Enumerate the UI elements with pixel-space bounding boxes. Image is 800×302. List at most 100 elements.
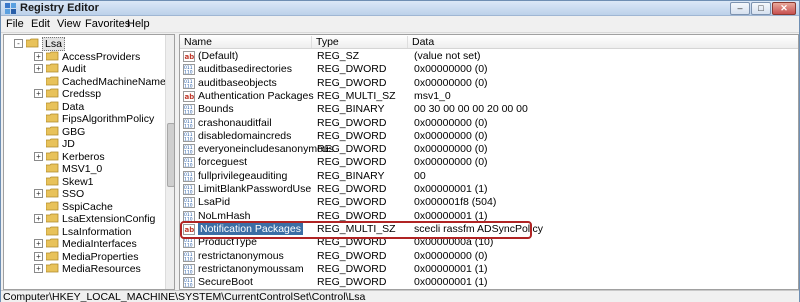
window-title: Registry Editor xyxy=(20,2,99,14)
expand-icon[interactable]: + xyxy=(34,239,43,248)
values-list[interactable]: Name Type Data ab (Default) REG_SZ (value n… xyxy=(179,34,799,290)
registry-value-row[interactable]: 011 110 auditbaseobjects REG_DWORD 0x0000000… xyxy=(180,77,798,90)
string-value-icon: ab xyxy=(183,51,195,62)
column-header-data[interactable]: Data xyxy=(408,36,798,48)
registry-value-row[interactable]: 011 110 LimitBlankPasswordUse REG_DWORD 0x00… xyxy=(180,183,798,196)
menu-view[interactable]: View xyxy=(57,18,81,30)
binary-value-icon: 011110 xyxy=(183,117,195,129)
registry-value-row[interactable]: 011 110 fullprivilegeauditing REG_BINARY 00 xyxy=(180,170,798,183)
value-type: REG_DWORD xyxy=(317,276,387,289)
value-type: REG_DWORD xyxy=(317,129,387,142)
tree-scrollbar-thumb[interactable] xyxy=(167,123,174,187)
svg-text:110: 110 xyxy=(184,150,193,156)
tree-item-label: AccessProviders xyxy=(62,50,141,63)
svg-text:ab: ab xyxy=(185,93,195,101)
folder-icon xyxy=(46,201,59,210)
value-data: 0x00000000 (0) xyxy=(414,129,488,142)
maximize-button[interactable]: □ xyxy=(751,2,771,15)
svg-text:110: 110 xyxy=(184,123,193,129)
expand-icon[interactable]: + xyxy=(34,89,43,98)
column-header-type[interactable]: Type xyxy=(312,36,408,48)
binary-value-icon: 011110 xyxy=(183,263,195,275)
expand-icon[interactable]: + xyxy=(34,251,43,261)
folder-icon xyxy=(46,126,59,135)
value-type: REG_DWORD xyxy=(317,209,387,222)
binary-value-icon: 011110 xyxy=(183,250,195,262)
folder-icon xyxy=(46,213,59,223)
registry-value-row[interactable]: ab Authentication Packages REG_MULTI_SZ msv… xyxy=(180,90,798,103)
binary-value-icon: 011110 xyxy=(183,277,195,289)
registry-value-row[interactable]: 011 110 disabledomaincreds REG_DWORD 0x00000… xyxy=(180,130,798,143)
value-data: (value not set) xyxy=(414,50,481,62)
menu-help[interactable]: Help xyxy=(127,18,150,30)
tree-item-label: Data xyxy=(62,100,85,113)
registry-value-row[interactable]: 011 110 Bounds REG_BINARY 00 30 00 00 00 20 … xyxy=(180,103,798,116)
value-type: REG_DWORD xyxy=(317,143,387,156)
value-name: restrictanonymous xyxy=(198,249,284,262)
folder-icon xyxy=(46,176,59,185)
folder-icon xyxy=(46,226,59,235)
menu-file[interactable]: File xyxy=(6,18,24,30)
expand-icon[interactable]: + xyxy=(34,264,43,273)
value-name: auditbasedirectories xyxy=(198,63,292,76)
binary-value-icon: 011110 xyxy=(183,77,195,89)
value-data: 0x00000000 (0) xyxy=(414,63,488,76)
value-type: REG_DWORD xyxy=(317,183,387,195)
expand-icon[interactable]: + xyxy=(34,64,43,73)
value-type: REG_BINARY xyxy=(317,103,385,116)
menu-favorites[interactable]: Favorites xyxy=(85,18,130,30)
registry-value-row[interactable]: 011 110 LsaPid REG_DWORD 0x000001f8 (504) xyxy=(180,196,798,209)
tree-item-label: FipsAlgorithmPolicy xyxy=(62,113,155,125)
minimize-button[interactable]: – xyxy=(730,2,750,15)
value-data: 0x00000001 (1) xyxy=(414,183,488,195)
folder-icon xyxy=(46,163,59,173)
value-name: SecureBoot xyxy=(198,276,253,289)
tree-item-label: Lsa xyxy=(42,37,65,51)
value-name: forceguest xyxy=(198,156,248,169)
folder-icon xyxy=(46,63,59,73)
value-name: Bounds xyxy=(198,103,234,116)
expand-icon[interactable]: + xyxy=(34,189,43,198)
registry-value-row[interactable]: 011 110 auditbasedirectories REG_DWORD 0x000… xyxy=(180,63,798,76)
expand-icon[interactable]: + xyxy=(34,214,43,223)
value-data: 0x00000001 (1) xyxy=(414,209,488,222)
registry-value-row[interactable]: 011 110 everyoneincludesanonymous REG_DWORD… xyxy=(180,143,798,156)
value-data: 0x000001f8 (504) xyxy=(414,196,497,209)
registry-tree[interactable]: - Lsa + AccessProviders + Audit CachedMachineN… xyxy=(3,34,175,290)
close-button[interactable]: ✕ xyxy=(772,2,796,15)
collapse-icon[interactable]: - xyxy=(14,39,23,48)
binary-value-icon: 011110 xyxy=(183,104,195,116)
value-name: Authentication Packages xyxy=(198,89,314,102)
value-data: 0x00000001 (1) xyxy=(414,276,488,289)
tree-item-label: LsaExtensionConfig xyxy=(62,213,156,225)
title-bar[interactable]: Registry Editor – □ ✕ xyxy=(1,1,799,16)
value-type: REG_DWORD xyxy=(317,156,387,169)
status-path: Computer\HKEY_LOCAL_MACHINE\SYSTEM\Curre… xyxy=(3,291,366,302)
string-value-icon: ab xyxy=(183,90,195,102)
registry-value-row[interactable]: 011 110 forceguest REG_DWORD 0x00000000 (0) xyxy=(180,156,798,169)
binary-value-icon: 011110 xyxy=(183,184,195,195)
column-header-name[interactable]: Name xyxy=(180,36,312,48)
svg-text:ab: ab xyxy=(185,53,195,61)
registry-editor-window: Registry Editor – □ ✕ File Edit View Fav… xyxy=(0,0,800,302)
value-type: REG_MULTI_SZ xyxy=(317,89,396,102)
value-type: REG_DWORD xyxy=(317,249,387,262)
registry-value-row[interactable]: 011 110 restrictanonymoussam REG_DWORD 0x000… xyxy=(180,263,798,276)
value-data: 0x00000000 (0) xyxy=(414,156,488,169)
value-type: REG_DWORD xyxy=(317,63,387,76)
menu-edit[interactable]: Edit xyxy=(31,18,50,30)
registry-value-row[interactable]: 011 110 SecureBoot REG_DWORD 0x00000001 (1) xyxy=(180,276,798,289)
registry-value-row[interactable]: 011 110 crashonauditfail REG_DWORD 0x0000000… xyxy=(180,117,798,130)
folder-icon xyxy=(46,251,59,260)
value-type: REG_BINARY xyxy=(317,169,385,182)
tree-item-label: Credssp xyxy=(62,88,102,100)
tree-scrollbar[interactable] xyxy=(165,35,174,289)
value-type: REG_SZ xyxy=(317,50,360,62)
expand-icon[interactable]: + xyxy=(34,51,43,61)
svg-text:110: 110 xyxy=(184,70,193,76)
registry-value-row[interactable]: 011 110 restrictanonymous REG_DWORD 0x000000… xyxy=(180,250,798,263)
registry-value-row[interactable]: ab (Default) REG_SZ (value not set) xyxy=(180,50,798,63)
value-data: msv1_0 xyxy=(414,89,451,102)
folder-icon xyxy=(46,238,59,248)
expand-icon[interactable]: + xyxy=(34,151,43,161)
